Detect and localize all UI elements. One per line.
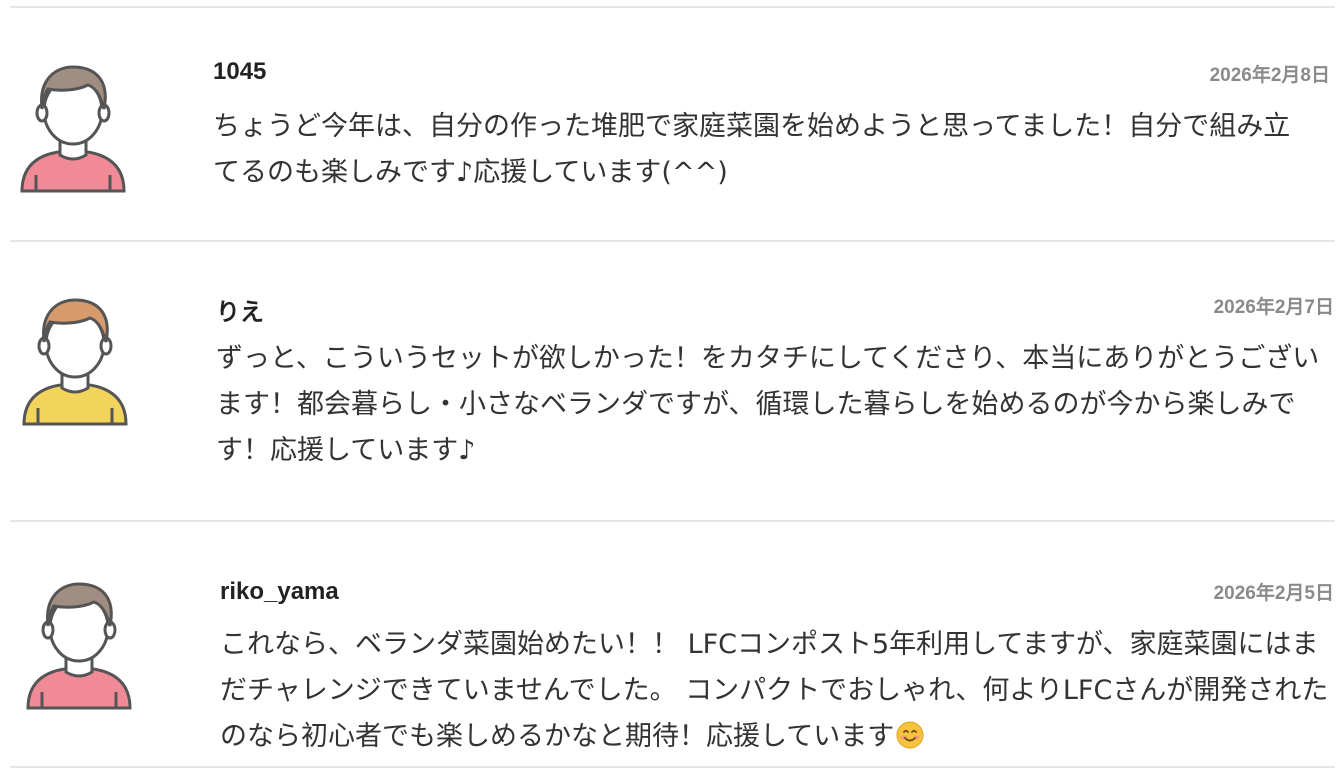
comment-author: riko_yama	[220, 578, 339, 605]
top-divider	[10, 6, 1335, 8]
user-avatar-icon	[22, 298, 128, 426]
comment-date: 2026年2月8日	[1209, 65, 1330, 86]
comment-divider	[10, 520, 1335, 522]
smiling-face-icon	[896, 718, 924, 749]
avatar	[18, 63, 128, 195]
user-avatar-icon	[26, 582, 132, 710]
comment-author: りえ	[216, 299, 264, 326]
bottom-divider	[10, 766, 1335, 768]
comment-text: ちょうど今年は、自分の作った堆肥で家庭菜園を始めようと思ってました！自分で組み立…	[213, 111, 1291, 188]
comment-date: 2026年2月7日	[1213, 297, 1334, 318]
user-avatar-icon	[20, 65, 126, 193]
comment-divider	[10, 240, 1335, 242]
comment-date: 2026年2月5日	[1213, 583, 1334, 604]
comment-author: 1045	[213, 58, 267, 85]
avatar	[20, 296, 130, 428]
comment-text: ずっと、こういうセットが欲しかった！をカタチにしてくださり、本当にありがとうござ…	[216, 343, 1320, 466]
comment-text: これなら、ベランダ菜園始めたい！！ LFCコンポスト5年利用してますが、家庭菜園…	[220, 629, 1329, 752]
avatar	[24, 580, 134, 712]
comment-text-wrapper: これなら、ベランダ菜園始めたい！！ LFCコンポスト5年利用してますが、家庭菜園…	[220, 622, 1334, 760]
